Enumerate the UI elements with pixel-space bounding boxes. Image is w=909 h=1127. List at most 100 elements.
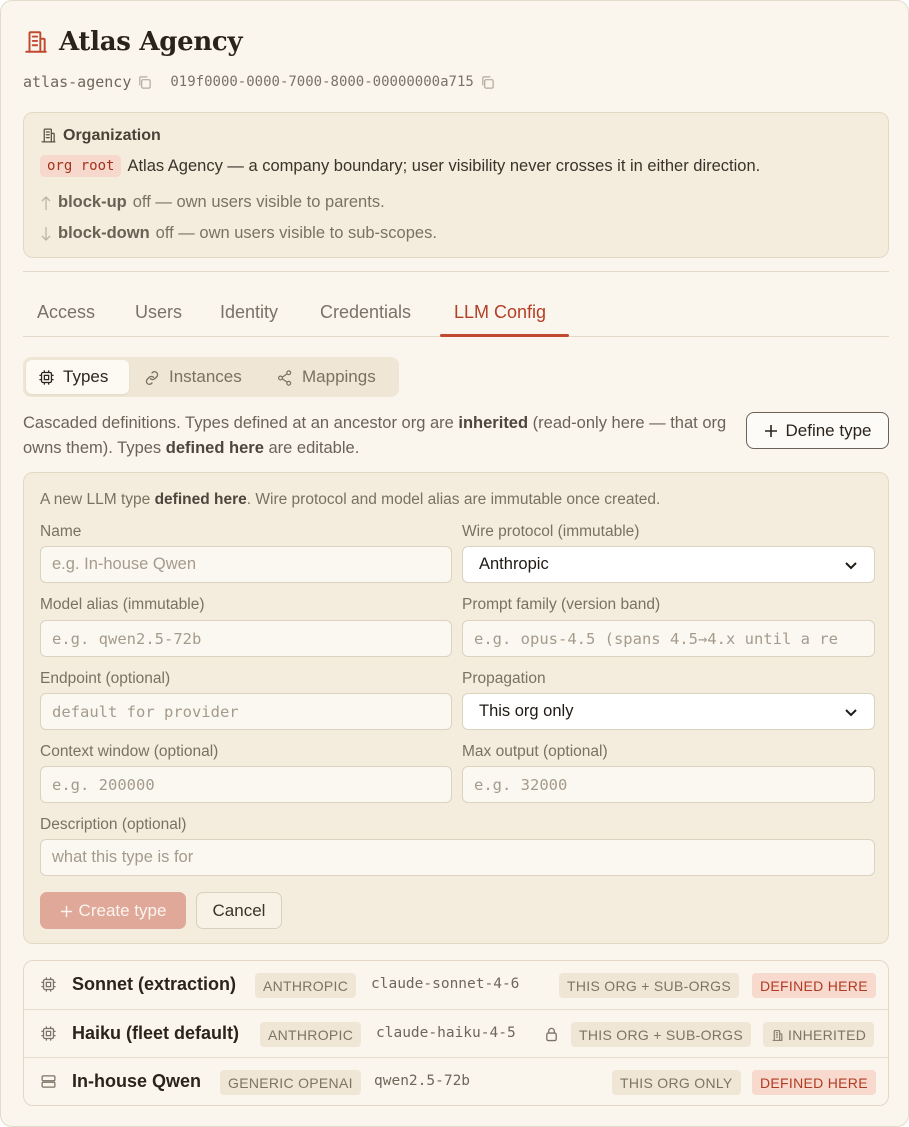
max-output-input[interactable] [462,766,875,803]
wire-protocol-value: Anthropic [479,555,549,573]
scope-chip: THIS ORG ONLY [612,1070,741,1095]
llm-subtabs: Types Instances Mappings [23,357,399,397]
context-window-input[interactable] [40,766,452,803]
status-badge: INHERITED [763,1022,875,1047]
org-heading: Organization [40,127,161,145]
cascade-text: are editable. [263,439,360,457]
endpoint-label: Endpoint (optional) [40,670,171,687]
cascade-bold-inherited: inherited [458,414,529,432]
cancel-button[interactable]: Cancel [196,892,282,929]
create-type-label: Create type [78,900,167,920]
page-title: Atlas Agency [59,27,243,57]
block-down-label: block-down [58,224,150,242]
model-alias-label: Model alias (immutable) [40,596,205,613]
chip-icon [38,367,55,387]
max-output-label: Max output (optional) [462,743,608,760]
organization-info-box: Organization org root Atlas Agency — a c… [23,112,889,258]
section-divider [23,271,889,272]
name-label: Name [40,523,82,540]
plus-icon [60,901,73,921]
subtab-types-label: Types [63,367,109,386]
wire-protocol-label: Wire protocol (immutable) [462,523,640,540]
org-description: org root Atlas Agency — a company bounda… [40,155,760,177]
status-badge-label: INHERITED [788,1026,867,1043]
propagation-value: This org only [479,702,574,720]
org-heading-label: Organization [63,127,161,144]
propagation-label: Propagation [462,670,546,687]
create-type-button[interactable]: Create type [40,892,186,929]
wire-protocol-select[interactable]: Anthropic [462,546,875,583]
building-icon [23,29,49,55]
list-item[interactable]: In-house Qwen GENERIC OPENAI qwen2.5-72b… [24,1057,888,1105]
prompt-family-input[interactable] [462,620,875,657]
chip-icon [40,976,57,994]
tab-llm-config[interactable]: LLM Config [454,302,546,323]
org-description-text: Atlas Agency — a company boundary; user … [127,156,761,175]
mapping-icon [276,367,294,387]
org-slug: atlas-agency [23,73,132,91]
arrow-down-icon [40,225,52,242]
chevron-down-icon [844,702,858,721]
name-input[interactable] [40,546,452,583]
type-name: In-house Qwen [72,1071,202,1091]
building-icon [40,127,57,145]
tab-access[interactable]: Access [37,302,95,323]
form-intro: A new LLM type defined here. Wire protoc… [40,491,660,509]
type-name: Haiku (fleet default) [72,1023,240,1043]
cascade-text: Cascaded definitions. Types defined at a… [23,414,459,432]
new-type-form: A new LLM type defined here. Wire protoc… [23,472,889,944]
arrow-up-icon [40,194,52,211]
block-down-text: off — own users visible to sub-scopes. [155,224,437,242]
list-item[interactable]: Haiku (fleet default) ANTHROPIC claude-h… [24,1009,888,1057]
block-up-label: block-up [58,193,127,211]
block-up-status: block-up off — own users visible to pare… [40,193,385,212]
cascade-bold-defined-here: defined here [165,439,264,457]
copy-icon[interactable] [137,74,152,91]
status-badge: DEFINED HERE [752,1070,876,1095]
link-icon [143,367,161,387]
copy-icon[interactable] [480,74,495,91]
type-name: Sonnet (extraction) [72,974,237,994]
subtab-mappings[interactable]: Mappings [264,360,388,394]
lock-icon [544,1025,559,1043]
title-row: Atlas Agency [23,27,243,57]
scope-chip: THIS ORG + SUB-ORGS [571,1022,751,1047]
description-input[interactable] [40,839,875,876]
protocol-chip: GENERIC OPENAI [220,1070,361,1095]
subtab-types[interactable]: Types [26,360,129,394]
prompt-family-label: Prompt family (version band) [462,596,661,613]
list-item[interactable]: Sonnet (extraction) ANTHROPIC claude-son… [24,961,888,1009]
subtab-mappings-label: Mappings [302,367,376,386]
context-window-label: Context window (optional) [40,743,219,760]
subtab-instances-label: Instances [169,367,242,386]
form-intro-text: A new LLM type [40,491,155,508]
define-type-button[interactable]: Define type [746,412,889,449]
tab-identity[interactable]: Identity [220,302,278,323]
tab-users[interactable]: Users [135,302,182,323]
plus-icon [764,421,778,441]
scope-chip: THIS ORG + SUB-ORGS [559,973,739,998]
org-detail-panel: Atlas Agency atlas-agency 019f0000-0000-… [0,0,909,1127]
model-alias: claude-haiku-4-5 [376,1025,516,1041]
server-icon [40,1073,57,1091]
model-alias-input[interactable] [40,620,452,657]
propagation-select[interactable]: This org only [462,693,875,730]
identifier-row: atlas-agency 019f0000-0000-7000-8000-000… [23,73,495,91]
main-tabs: Access Users Identity Credentials LLM Co… [23,291,889,337]
chip-icon [40,1025,57,1043]
subtab-instances[interactable]: Instances [131,360,254,394]
org-uuid: 019f0000-0000-7000-8000-00000000a715 [170,74,474,90]
model-alias: claude-sonnet-4-6 [371,976,520,992]
status-badge: DEFINED HERE [752,973,876,998]
cascade-description: Cascaded definitions. Types defined at a… [23,411,733,461]
define-type-label: Define type [785,420,872,440]
description-label: Description (optional) [40,816,187,833]
form-intro-text: . Wire protocol and model alias are immu… [246,491,661,508]
block-up-text: off — own users visible to parents. [132,193,385,211]
protocol-chip: ANTHROPIC [260,1022,362,1047]
endpoint-input[interactable] [40,693,452,730]
building-icon [771,1027,784,1043]
tab-credentials[interactable]: Credentials [320,302,411,323]
protocol-chip: ANTHROPIC [255,973,357,998]
block-down-status: block-down off — own users visible to su… [40,224,437,243]
